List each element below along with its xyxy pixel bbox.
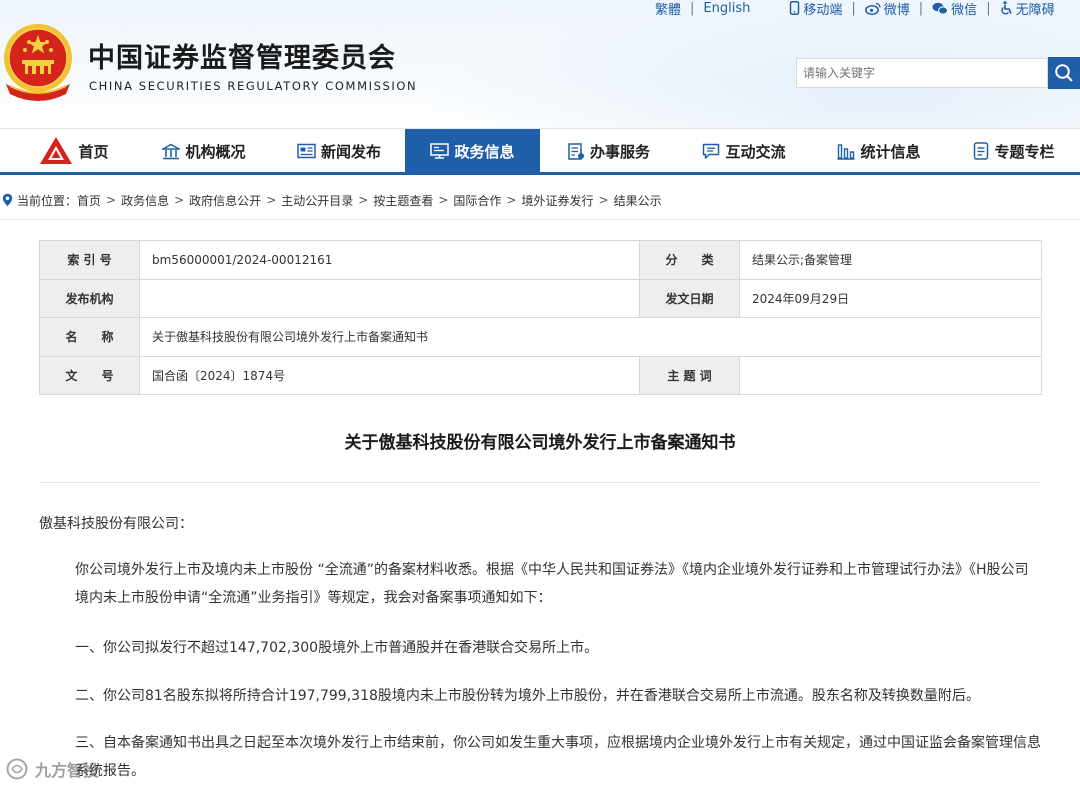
top-links-separator: | [918,0,924,16]
nav-item-home[interactable]: 首页 [28,129,120,173]
document-number-label: 文 号 [39,355,140,395]
chat-icon [703,143,720,159]
weibo-icon [864,2,881,15]
building-icon [162,143,181,159]
wechat-link-label: 微信 [951,2,978,18]
wechat-icon [932,2,949,15]
mobile-phone-icon [790,1,800,15]
article-item-1: 一、你公司拟发行不超过147,702,300股境外上市普通股并在香港联合交易所上… [75,640,599,656]
breadcrumb-divider [0,219,1080,220]
main-nav: 首页 机构概况 新闻发布 政务信息 办事服务 互动交流 统计信息 专题专栏 [0,128,1080,175]
breadcrumb-separator-icon: > [106,193,117,207]
breadcrumb-item[interactable]: 政务信息 [121,192,169,209]
document-info-table: 索 引 号 bm56000001/2024-00012161 分 类 结果公示;… [39,240,1042,395]
nav-item-services[interactable]: 办事服务 [555,129,663,173]
weibo-link-label: 微博 [883,2,910,18]
search-button[interactable] [1048,57,1080,89]
site-header: 中国证券监督管理委员会 CHINA SECURITIES REGULATORY … [0,0,1080,128]
breadcrumb-separator-icon: > [266,193,277,207]
category-label: 分 类 [639,240,740,280]
table-row: 发布机构 发文日期 2024年09月29日 [39,278,1042,318]
nav-item-label: 互动交流 [725,142,786,161]
national-emblem-icon [4,24,72,101]
breadcrumb-item[interactable]: 结果公示 [614,192,662,209]
monitor-icon [430,143,450,159]
breadcrumb-item[interactable]: 国际合作 [453,192,501,209]
nav-item-special-topics[interactable]: 专题专栏 [960,129,1068,173]
accessibility-link-label: 无障碍 [1015,2,1055,18]
site-name-cn: 中国证券监督管理委员会 [88,43,396,74]
checklist-icon [568,142,584,160]
watermark-logo-icon [6,758,28,780]
article-title-divider [39,482,1041,483]
top-links-bar: 繁體 | English 移动端 | 微博 | 微信 | 无障碍 [655,0,1055,18]
breadcrumb-prefix: 当前位置： [17,193,78,208]
category-value: 结果公示;备案管理 [739,240,1042,280]
nav-item-label: 专题专栏 [994,142,1055,161]
breadcrumb-item[interactable]: 政府信息公开 [189,192,261,209]
accessibility-icon [1000,1,1012,15]
location-pin-icon [2,193,13,207]
breadcrumb-separator-icon: > [174,193,185,207]
document-name-label: 名 称 [39,317,140,357]
newspaper-icon [297,143,316,159]
article-salutation: 傲基科技股份有限公司： [39,516,193,532]
traditional-chinese-link[interactable]: 繁體 [655,0,681,18]
bar-chart-icon [837,143,855,160]
breadcrumb-separator-icon: > [358,193,369,207]
nav-item-label: 统计信息 [860,142,921,161]
table-row: 文 号 国合函〔2024〕1874号 主 题 词 [39,355,1042,395]
publisher-label: 发布机构 [39,278,140,318]
nav-item-label: 新闻发布 [320,142,381,161]
breadcrumb-separator-icon: > [598,193,609,207]
table-row: 索 引 号 bm56000001/2024-00012161 分 类 结果公示;… [39,240,1042,280]
site-name-en: CHINA SECURITIES REGULATORY COMMISSION [89,79,418,93]
top-links-separator: | [986,0,991,16]
article-item-3: 三、自本备案通知书出具之日起至本次境外发行上市结束前，你公司如发生重大事项，应根… [75,735,1041,779]
nav-item-statistics[interactable]: 统计信息 [825,129,933,173]
document-name-value: 关于傲基科技股份有限公司境外发行上市备案通知书 [139,317,1042,357]
breadcrumb-separator-icon: > [438,193,449,207]
breadcrumb-item[interactable]: 境外证券发行 [521,192,593,209]
breadcrumb: 当前位置： 首页 > 政务信息 > 政府信息公开 > 主动公开目录 > 按主题查… [0,188,662,212]
mobile-link[interactable]: 移动端 [789,0,842,18]
watermark-text: 九方智投 [35,761,100,780]
nav-item-label: 首页 [78,142,109,161]
search-icon [1055,64,1073,82]
index-number-value: bm56000001/2024-00012161 [139,240,640,280]
table-row: 名 称 关于傲基科技股份有限公司境外发行上市备案通知书 [39,317,1042,357]
nav-item-label: 办事服务 [589,142,650,161]
breadcrumb-item[interactable]: 主动公开目录 [281,192,353,209]
nav-item-interaction[interactable]: 互动交流 [690,129,798,173]
nav-item-about[interactable]: 机构概况 [150,129,258,173]
nav-item-government-info[interactable]: 政务信息 [405,129,540,173]
article-item-2: 二、你公司81名股东拟将所持合计197,799,318股境内未上市股份转为境外上… [75,688,980,704]
breadcrumb-separator-icon: > [506,193,517,207]
csrc-logo-icon [40,137,73,164]
watermark: 九方智投 [6,757,99,781]
english-link[interactable]: English [703,1,750,16]
top-links-separator: | [690,0,695,16]
search-input[interactable] [796,58,1048,88]
article-title: 关于傲基科技股份有限公司境外发行上市备案通知书 [344,433,736,453]
document-icon [974,142,989,160]
breadcrumb-item[interactable]: 首页 [77,192,101,209]
issue-date-value: 2024年09月29日 [739,278,1042,318]
keywords-label: 主 题 词 [639,355,740,395]
article-paragraph: 你公司境外发行上市及境内未上市股份 “全流通”的备案材料收悉。根据《中华人民共和… [75,562,1029,606]
wechat-link[interactable]: 微信 [932,0,977,18]
keywords-value [739,355,1042,395]
weibo-link[interactable]: 微博 [864,0,910,18]
mobile-link-label: 移动端 [803,2,843,18]
top-links-separator: | [851,0,856,16]
document-number-value: 国合函〔2024〕1874号 [139,355,640,395]
nav-item-news[interactable]: 新闻发布 [285,129,393,173]
nav-item-label: 政务信息 [454,142,515,161]
breadcrumb-item[interactable]: 按主题查看 [373,192,433,209]
nav-item-label: 机构概况 [185,142,246,161]
accessibility-link[interactable]: 无障碍 [1000,0,1055,18]
index-number-label: 索 引 号 [39,240,140,280]
issue-date-label: 发文日期 [639,278,740,318]
publisher-value [139,278,640,318]
